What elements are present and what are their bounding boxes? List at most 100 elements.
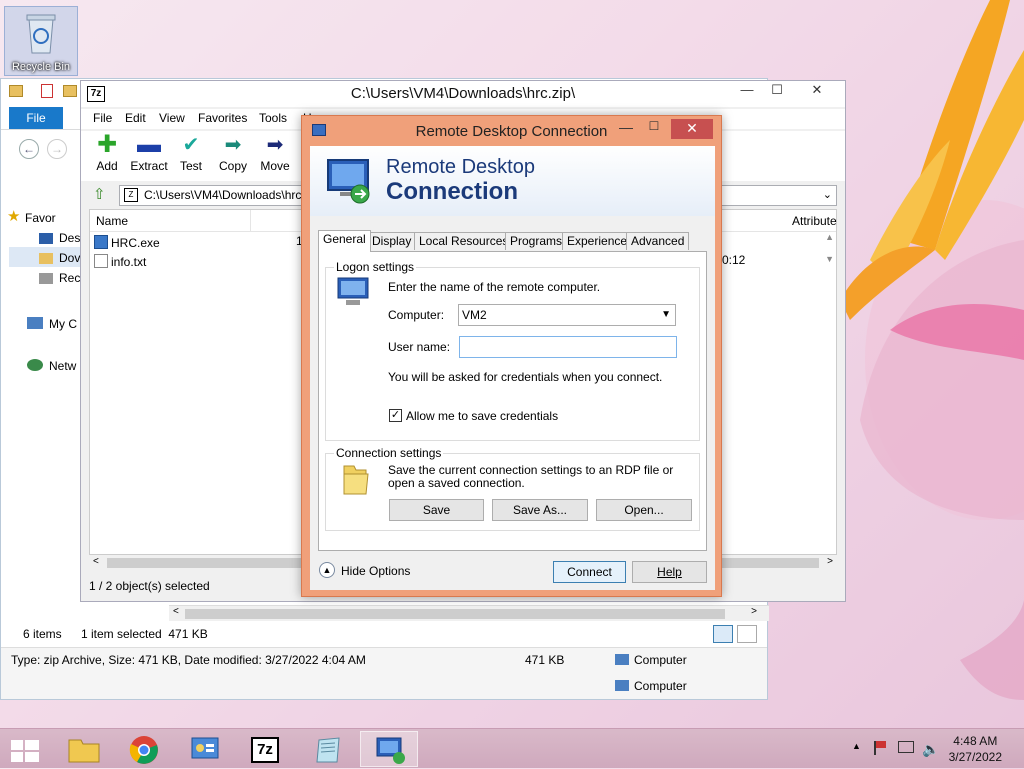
- taskbar-7zip[interactable]: 7z: [235, 731, 293, 767]
- file-row-info-txt[interactable]: info.txt: [94, 253, 146, 271]
- tab-advanced[interactable]: Advanced: [626, 232, 690, 250]
- network-status-icon[interactable]: [898, 741, 914, 753]
- location-details-2: Computer: [634, 679, 687, 693]
- chevron-down-icon[interactable]: ▼: [661, 305, 671, 325]
- add-button[interactable]: ✚ Add: [85, 131, 129, 174]
- taskbar-control-panel[interactable]: [175, 731, 233, 767]
- taskbar-remote-desktop[interactable]: [360, 731, 418, 767]
- file-name: info.txt: [111, 255, 147, 269]
- notepad-icon: [316, 737, 340, 763]
- forward-arrow-icon[interactable]: →: [47, 139, 67, 159]
- properties-icon[interactable]: [41, 84, 53, 98]
- computer-combobox[interactable]: VM2 ▼: [458, 304, 676, 326]
- explorer-horizontal-scrollbar[interactable]: < >: [169, 605, 769, 621]
- chevron-up-icon[interactable]: ▲: [319, 562, 335, 578]
- 7zip-titlebar[interactable]: 7z C:\Users\VM4\Downloads\hrc.zip\ — ☐ ✕: [81, 81, 845, 107]
- back-arrow-icon[interactable]: ←: [19, 139, 39, 159]
- column-name[interactable]: Name: [96, 214, 128, 228]
- volume-muted-icon[interactable]: 🔈: [922, 741, 939, 758]
- allow-save-credentials-checkbox[interactable]: ✓: [389, 409, 402, 422]
- nav-item-favorites[interactable]: Favor: [25, 209, 81, 227]
- tab-general[interactable]: General: [318, 230, 371, 252]
- large-icons-view-icon[interactable]: [737, 625, 757, 643]
- taskbar-file-explorer[interactable]: [54, 731, 112, 767]
- taskbar: 7z ▲ 🔈 4:48 AM 3/27/2022: [0, 728, 1024, 768]
- allow-save-credentials-label[interactable]: Allow me to save credentials: [406, 409, 558, 423]
- scroll-thumb[interactable]: [185, 609, 725, 619]
- rdp-client-area: Remote Desktop Connection General Displa…: [310, 146, 715, 590]
- details-view-icon[interactable]: [713, 625, 733, 643]
- chevron-down-icon[interactable]: ⌄: [823, 186, 832, 205]
- up-folder-icon[interactable]: ⇧: [93, 185, 106, 203]
- test-label: Test: [179, 159, 202, 173]
- nav-item-network[interactable]: Netw: [49, 357, 81, 375]
- control-panel-icon: [191, 737, 219, 759]
- tab-programs[interactable]: Programs: [505, 232, 568, 250]
- tab-experience[interactable]: Experience: [562, 232, 633, 250]
- show-hidden-icons-icon[interactable]: ▲: [852, 741, 861, 751]
- address-value: C:\Users\VM4\Downloads\hrc: [144, 188, 302, 202]
- test-button[interactable]: ✔ Test: [169, 135, 213, 173]
- details-pane: Type: zip Archive, Size: 471 KB, Date mo…: [1, 647, 767, 699]
- copy-button[interactable]: ➡ Copy: [211, 135, 255, 173]
- maximize-icon[interactable]: ☐: [641, 119, 667, 139]
- chrome-icon: [129, 736, 158, 764]
- scroll-right-icon[interactable]: >: [827, 556, 833, 567]
- clock-date: 3/27/2022: [948, 750, 1002, 764]
- connect-button[interactable]: Connect: [553, 561, 626, 583]
- taskbar-chrome[interactable]: [114, 731, 172, 767]
- quick-access-toolbar: [1, 79, 81, 107]
- menu-tools[interactable]: Tools: [259, 111, 287, 125]
- computer-icon: [27, 317, 43, 329]
- start-button[interactable]: [0, 731, 48, 767]
- tab-display[interactable]: Display: [367, 232, 417, 250]
- menu-favorites[interactable]: Favorites: [198, 111, 247, 125]
- computer-icon: [615, 680, 629, 691]
- nav-item-downloads[interactable]: Dov: [59, 249, 81, 267]
- file-row-hrc-exe[interactable]: HRC.exe: [94, 234, 160, 252]
- maximize-icon[interactable]: ☐: [755, 81, 799, 101]
- menu-file[interactable]: File: [93, 111, 112, 125]
- plus-icon: ✚: [96, 131, 118, 158]
- help-button[interactable]: Help: [632, 561, 707, 583]
- recycle-bin-label: Recycle Bin: [11, 61, 71, 73]
- scroll-up-icon[interactable]: ▲: [825, 232, 834, 242]
- menu-view[interactable]: View: [159, 111, 185, 125]
- taskbar-clock[interactable]: 4:48 AM 3/27/2022: [949, 733, 1002, 765]
- action-center-flag-icon[interactable]: [874, 741, 888, 755]
- file-size-details: 471 KB: [525, 653, 565, 667]
- username-input[interactable]: [459, 336, 677, 358]
- save-as-button[interactable]: Save As...: [492, 499, 588, 521]
- new-folder-icon[interactable]: [63, 85, 77, 97]
- connection-settings-text: Save the current connection settings to …: [388, 463, 674, 490]
- move-button[interactable]: ➡ Move: [253, 135, 297, 173]
- close-icon[interactable]: ✕: [671, 119, 713, 139]
- menu-edit[interactable]: Edit: [125, 111, 146, 125]
- open-button[interactable]: Open...: [596, 499, 692, 521]
- nav-item-desktop[interactable]: Des: [59, 229, 81, 247]
- scroll-left-icon[interactable]: <: [93, 556, 99, 567]
- save-button[interactable]: Save: [389, 499, 484, 521]
- taskbar-notepad[interactable]: [298, 731, 356, 767]
- tab-local-resources[interactable]: Local Resources: [414, 232, 514, 250]
- text-file-icon: [94, 254, 108, 268]
- general-tab-panel: Logon settings Enter the name of the rem…: [318, 251, 707, 551]
- checkmark-icon: ✔: [182, 134, 200, 156]
- copy-label: Copy: [218, 159, 247, 173]
- minimize-icon[interactable]: —: [613, 119, 639, 139]
- extract-button[interactable]: ▬ Extract: [127, 133, 171, 174]
- close-icon[interactable]: ✕: [795, 81, 839, 101]
- scroll-right-icon[interactable]: >: [751, 606, 757, 617]
- column-attributes[interactable]: Attribute: [792, 214, 837, 228]
- nav-item-recent[interactable]: Rec: [59, 269, 81, 287]
- folder-icon[interactable]: [9, 85, 23, 97]
- computer-icon: [615, 654, 629, 665]
- arrow-right-icon: ➡: [266, 134, 284, 156]
- recycle-bin-desktop-icon[interactable]: Recycle Bin: [4, 6, 78, 76]
- file-tab[interactable]: File: [9, 107, 63, 129]
- scroll-left-icon[interactable]: <: [173, 606, 179, 617]
- nav-item-computer[interactable]: My C: [49, 315, 81, 333]
- hide-options-link[interactable]: Hide Options: [341, 564, 410, 578]
- remote-desktop-dialog[interactable]: Remote Desktop Connection — ☐ ✕ Remote D…: [301, 115, 722, 597]
- scroll-down-icon[interactable]: ▼: [825, 254, 834, 264]
